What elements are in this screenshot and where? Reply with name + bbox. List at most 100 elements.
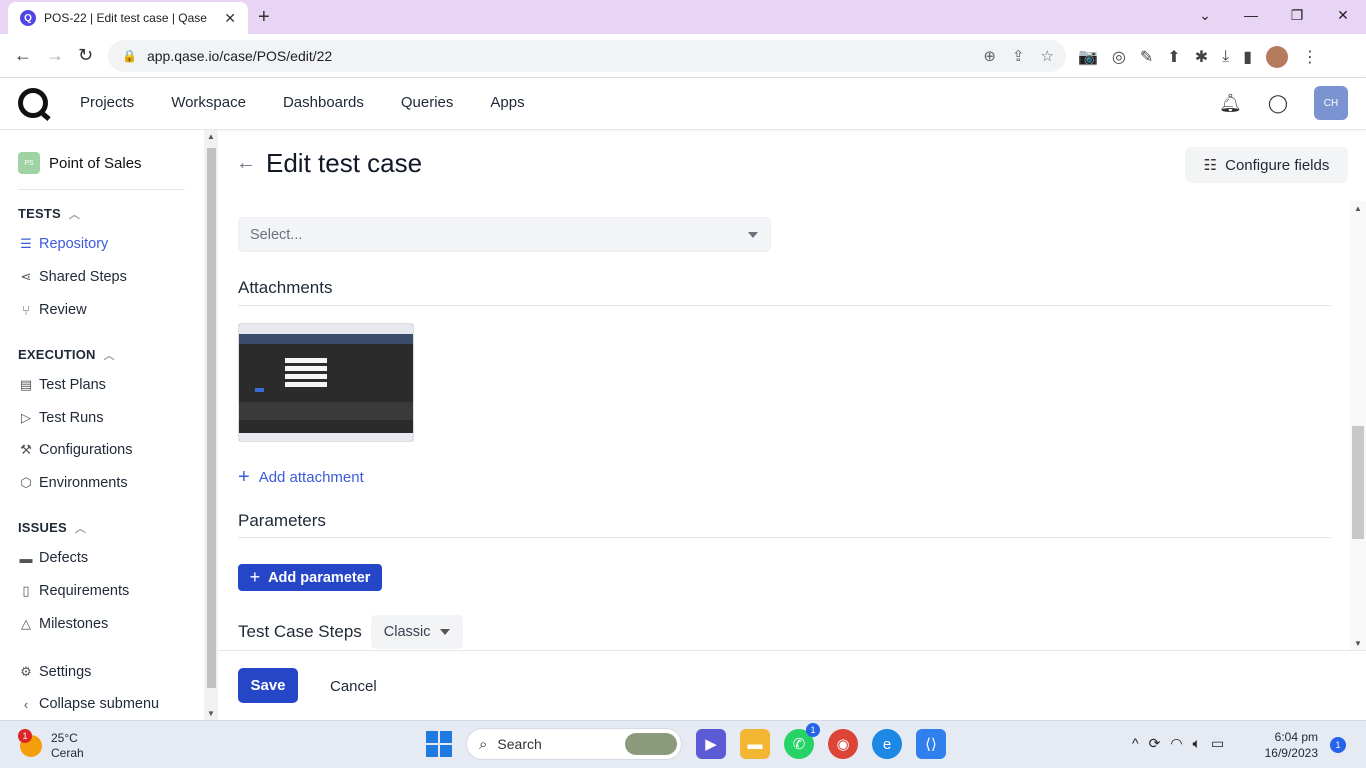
vscode-icon[interactable]: ⟨⟩ (916, 729, 946, 759)
sync-icon[interactable]: ⟳ (1149, 735, 1161, 752)
sidebar-item-test-plans[interactable]: ▤ Test Plans (18, 377, 106, 393)
sidebar-item-environments[interactable]: ⬡ Environments (18, 475, 128, 491)
cube-icon: ⬡ (20, 475, 32, 490)
download-icon[interactable]: ⤓ (1222, 48, 1229, 66)
forward-arrow-icon[interactable]: → (46, 45, 64, 66)
sidebar-scrollbar[interactable]: ▲ ▼ (204, 130, 218, 720)
nav-workspace[interactable]: Workspace (171, 94, 246, 111)
nav-dashboards[interactable]: Dashboards (283, 94, 364, 111)
form-footer: Save Cancel (218, 650, 1366, 720)
top-nav: Projects Workspace Dashboards Queries Ap… (80, 94, 525, 111)
sidebar-scroll-thumb[interactable] (207, 148, 216, 688)
main-scroll-thumb[interactable] (1352, 426, 1364, 539)
page-title: Edit test case (266, 148, 423, 178)
puzzle-extensions-icon[interactable]: ✱ (1195, 47, 1208, 67)
main-scrollbar[interactable]: ▲ ▼ (1350, 201, 1366, 650)
section-execution[interactable]: EXECUTION ︿ (18, 347, 115, 363)
user-avatar[interactable]: CH (1314, 86, 1348, 120)
edge-icon[interactable]: e (872, 729, 902, 759)
scroll-up-arrow-icon[interactable]: ▲ (207, 132, 215, 141)
address-bar[interactable]: 🔒 app.qase.io/case/POS/edit/22 ⊕ ⇪ ☆ (108, 40, 1066, 72)
close-tab-icon[interactable]: ✕ (224, 10, 236, 27)
meet-app-icon[interactable]: ▶ (696, 729, 726, 759)
whatsapp-badge: 1 (806, 723, 820, 737)
add-parameter-button[interactable]: + Add parameter (238, 564, 382, 591)
wifi-icon[interactable]: ◠ (1170, 735, 1182, 752)
project-switcher[interactable]: PS Point of Sales (18, 152, 142, 174)
speaker-icon[interactable]: 🔈︎ (1193, 735, 1201, 752)
wrench-icon: ⚒ (20, 442, 32, 457)
scroll-down-arrow-icon[interactable]: ▼ (207, 709, 215, 718)
taskbar-search[interactable]: ⌕ Search (466, 728, 682, 760)
sidebar-item-milestones[interactable]: △ Milestones (18, 616, 108, 632)
whatsapp-icon[interactable]: ✆ 1 (784, 723, 820, 759)
windows-start-icon[interactable] (426, 731, 452, 757)
new-tab-icon[interactable]: + (258, 6, 270, 29)
lock-icon: 🔒 (122, 49, 137, 63)
profile-avatar[interactable] (1266, 46, 1288, 68)
clock[interactable]: 6:04 pm 16/9/2023 (1258, 729, 1318, 761)
chat-bubble-icon[interactable]: ◯ (1268, 93, 1288, 114)
chrome-icon[interactable]: ◉ (828, 729, 858, 759)
side-panel-icon[interactable]: ▮ (1243, 47, 1252, 67)
sidebar-item-review[interactable]: ⑂ Review (18, 302, 86, 318)
menu-kebab-icon[interactable]: ⋮ (1302, 47, 1318, 67)
sidebar-item-requirements[interactable]: ▯ Requirements (18, 583, 129, 599)
section-issues[interactable]: ISSUES ︿ (18, 520, 86, 536)
chevron-up-icon[interactable]: ^ (1132, 735, 1139, 752)
bell-icon[interactable]: 🔔︎ (1219, 93, 1242, 114)
nav-projects[interactable]: Projects (80, 94, 134, 111)
steps-mode-dropdown[interactable]: Classic (370, 615, 463, 649)
select-placeholder: Select... (250, 226, 303, 243)
restore-icon[interactable]: ❐ (1274, 0, 1320, 30)
scroll-up-arrow-icon[interactable]: ▲ (1354, 204, 1362, 213)
nav-queries[interactable]: Queries (401, 94, 454, 111)
attachment-thumbnail[interactable] (238, 323, 414, 442)
battery-icon[interactable]: ▭ (1211, 735, 1224, 752)
chevron-up-icon: ︿ (74, 523, 87, 535)
extension-ring-icon[interactable]: ◎ (1112, 47, 1126, 67)
qase-logo-icon[interactable] (18, 88, 48, 118)
save-button[interactable]: Save (238, 668, 298, 703)
taskbar-apps: ⌕ Search ▶ ▬ ✆ 1 ◉ e ⟨⟩ (426, 723, 946, 760)
caret-down-icon (748, 232, 758, 238)
sidebar-item-repository[interactable]: ☰ Repository (18, 236, 108, 252)
zoom-icon[interactable]: ⊕ (983, 47, 996, 65)
browser-tab[interactable]: Q POS-22 | Edit test case | Qase ✕ (8, 2, 248, 34)
collapse-submenu-button[interactable]: ‹ Collapse submenu (18, 696, 159, 712)
sun-icon: 1 (18, 729, 42, 757)
thumbnail-button (255, 388, 264, 392)
sidebar-item-settings[interactable]: ⚙ Settings (18, 664, 91, 680)
pen-extension-icon[interactable]: ✎ (1140, 47, 1153, 67)
bookmark-star-icon[interactable]: ☆ (1041, 47, 1054, 65)
weather-widget[interactable]: 1 25°C Cerah (18, 729, 84, 761)
file-explorer-icon[interactable]: ▬ (740, 729, 770, 759)
cancel-button[interactable]: Cancel (330, 678, 377, 695)
scroll-down-arrow-icon[interactable]: ▼ (1354, 639, 1362, 648)
thumbnail-field (285, 382, 327, 387)
configure-fields-button[interactable]: ☷ Configure fields (1185, 147, 1348, 183)
close-window-icon[interactable]: ✕ (1320, 0, 1366, 30)
sidebar-item-configurations[interactable]: ⚒ Configurations (18, 442, 132, 458)
tab-search-chevron-icon[interactable]: ⌄ (1182, 0, 1228, 30)
milestone-triangle-icon: △ (21, 616, 31, 631)
reload-icon[interactable]: ↻ (78, 45, 93, 66)
pull-request-icon: ⑂ (22, 302, 30, 318)
back-arrow-icon[interactable]: ← (14, 45, 32, 66)
sidebar-item-test-runs[interactable]: ▷ Test Runs (18, 410, 103, 426)
upload-extension-icon[interactable]: ⬆ (1167, 47, 1180, 67)
section-tests[interactable]: TESTS ︿ (18, 206, 80, 222)
camera-icon[interactable]: 📷 (1078, 47, 1098, 67)
sidebar-item-defects[interactable]: ▬ Defects (18, 550, 89, 566)
minimize-icon[interactable]: — (1228, 0, 1274, 30)
notification-badge[interactable]: 1 (1330, 737, 1346, 753)
share-icon[interactable]: ⇪ (1012, 47, 1025, 65)
chevron-left-icon: ‹ (23, 696, 29, 712)
back-arrow-icon[interactable]: ← (236, 152, 256, 175)
sidebar-item-label: Environments (39, 475, 128, 491)
add-attachment-button[interactable]: + Add attachment (238, 466, 364, 489)
sidebar-item-shared-steps[interactable]: ⋖ Shared Steps (18, 269, 127, 285)
nav-apps[interactable]: Apps (490, 94, 524, 111)
sidebar-item-label: Defects (39, 550, 89, 566)
field-select[interactable]: Select... (238, 217, 771, 252)
